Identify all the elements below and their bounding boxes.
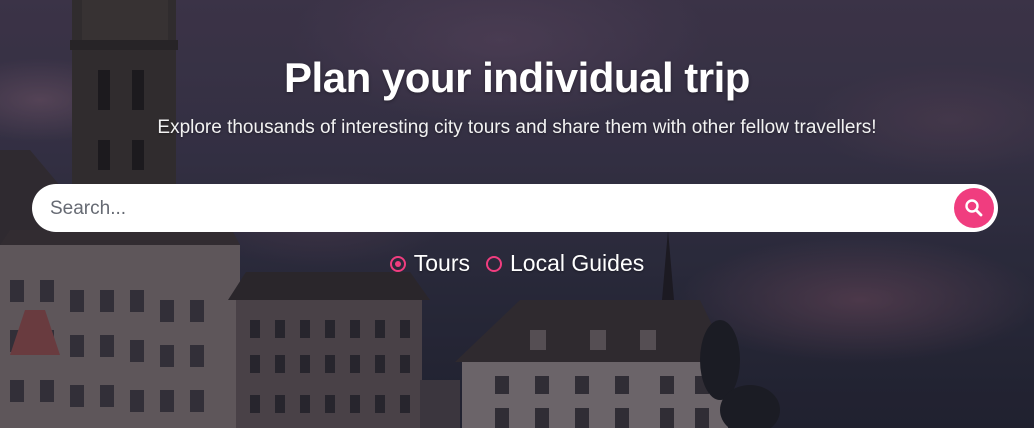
page-title: Plan your individual trip [284,54,750,101]
search-input[interactable] [48,184,952,234]
radio-label: Tours [413,250,470,276]
radio-button-checked[interactable] [389,255,406,272]
search-button[interactable] [954,188,994,228]
search-bar [32,184,998,234]
hero-content: Plan your individual trip Explore thousa… [0,0,1034,428]
radio-label: Local Guides [510,250,645,276]
radio-option-local-guides[interactable]: Local Guides [486,250,644,277]
page-subtitle: Explore thousands of interesting city to… [157,117,877,138]
search-type-radio-group: Tours Local Guides [0,250,1034,277]
radio-option-tours[interactable]: Tours [389,250,470,277]
radio-button-unchecked[interactable] [486,255,502,272]
hero-section: Plan your individual trip Explore thousa… [0,0,1034,428]
search-icon [964,198,984,218]
